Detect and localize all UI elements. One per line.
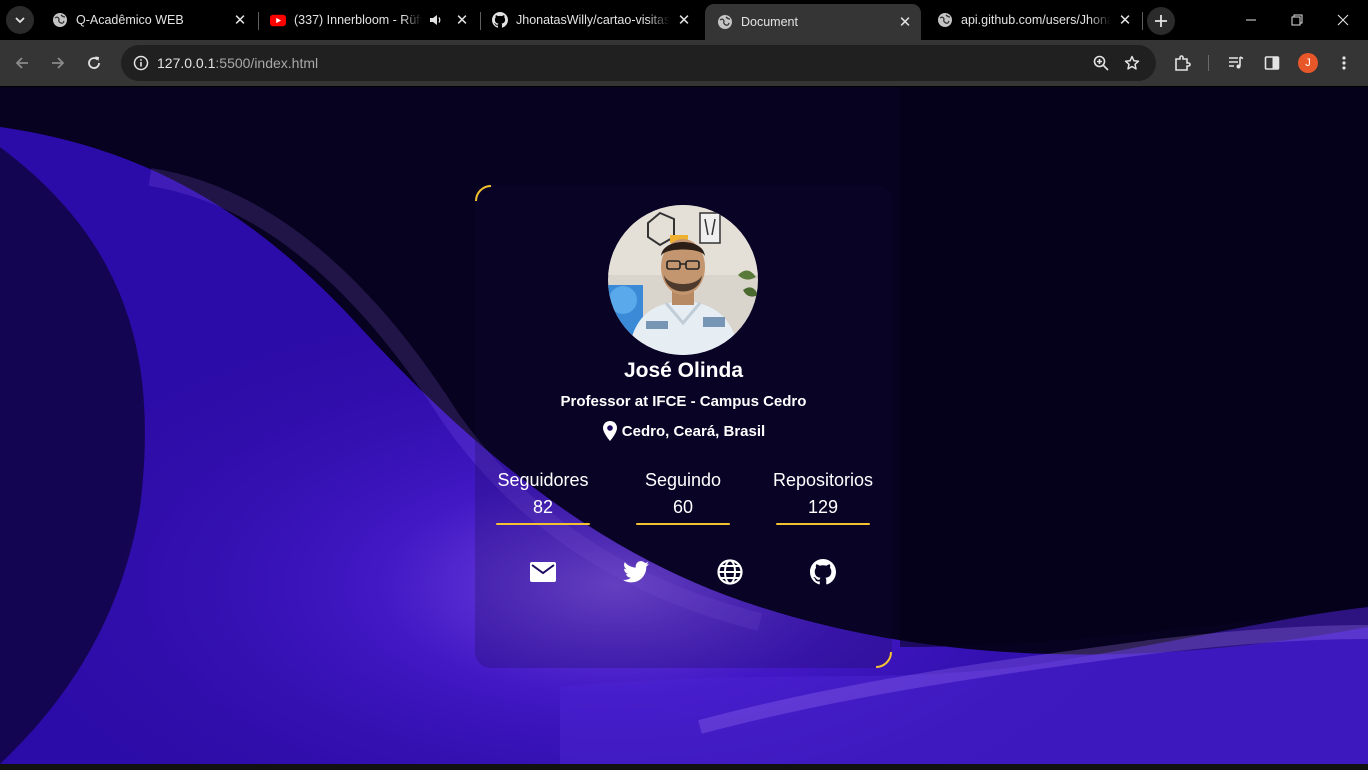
stat-label: Seguindo [644,470,722,490]
page-viewport: José Olinda Professor at IFCE - Campus C… [0,87,1368,764]
globe-icon [717,14,733,30]
bottom-edge [0,764,1368,770]
stat-value: 60 [672,497,694,517]
zoom-icon[interactable] [1085,47,1117,79]
side-panel-icon [1264,56,1280,70]
profile-bio: Professor at IFCE - Campus Cedro [560,393,807,410]
playlist-music-icon [1229,56,1244,69]
extensions-button[interactable] [1166,47,1198,79]
close-icon [1337,14,1349,26]
url-host: 127.0.0.1 [157,55,216,71]
plus-icon [1155,15,1167,27]
minimize-icon [1246,19,1256,21]
reload-icon [88,56,100,69]
reload-button[interactable] [78,47,110,79]
restore-button[interactable] [1274,0,1320,40]
github-icon[interactable] [808,557,838,587]
stat-label: Seguidores [497,470,589,490]
twitter-icon[interactable] [621,557,651,587]
stat-underline [496,523,590,525]
tab-github-repo[interactable]: JhonatasWilly/cartao-visitas ✕ [480,0,700,40]
stat-value: 129 [807,497,839,517]
close-icon[interactable]: ✕ [895,12,915,32]
restore-icon [1291,14,1303,26]
stat-underline [776,523,870,525]
globe-icon [937,12,953,28]
forward-button[interactable] [42,47,74,79]
puzzle-icon [1175,55,1191,71]
arrow-right-icon [52,57,65,69]
mail-icon[interactable] [528,557,558,587]
stat-value: 82 [532,497,554,517]
stat-repositories[interactable]: Repositorios 129 [773,470,873,525]
profile-location: Cedro, Ceará, Brasil [475,420,892,442]
toolbar-divider [1208,55,1209,71]
tab-title: api.github.com/users/Jhonat [961,13,1111,27]
tab-search-button[interactable] [6,6,34,34]
close-icon[interactable]: ✕ [1115,10,1135,30]
arrow-left-icon [15,57,28,69]
menu-button[interactable] [1328,47,1360,79]
stat-following[interactable]: Seguindo 60 [636,470,730,525]
tab-title: JhonatasWilly/cartao-visitas [516,13,670,27]
tab-title: Q-Acadêmico WEB [76,13,184,27]
new-tab-button[interactable] [1147,7,1175,35]
close-icon[interactable]: ✕ [230,10,250,30]
bookmark-star-icon[interactable] [1116,47,1148,79]
side-panel-button[interactable] [1256,47,1288,79]
location-text: Cedro, Ceará, Brasil [621,422,766,440]
globe-icon [52,12,68,28]
avatar [608,205,758,355]
location-pin-icon [602,420,618,442]
kebab-menu-icon [1342,56,1346,70]
close-icon[interactable]: ✕ [452,10,472,30]
tab-qacademico[interactable]: Q-Acadêmico WEB ✕ [40,0,256,40]
close-window-button[interactable] [1320,0,1366,40]
tab-youtube[interactable]: (337) Innerbloom - Rüfüs ✕ [258,0,478,40]
url-path: :5500/index.html [215,55,319,71]
minimize-button[interactable] [1228,0,1274,40]
tab-strip: Q-Acadêmico WEB ✕ (337) Innerbloom - Rüf… [0,0,1368,40]
youtube-icon [270,12,286,28]
browser-toolbar: 127.0.0.1:5500/index.html J [0,40,1368,86]
close-icon[interactable]: ✕ [674,10,694,30]
address-bar[interactable]: 127.0.0.1:5500/index.html [121,45,1156,81]
tab-github-api[interactable]: api.github.com/users/Jhonat ✕ [925,0,1141,40]
audio-playing-icon[interactable] [426,10,446,30]
tab-title: Document [741,15,798,29]
back-button[interactable] [6,47,38,79]
site-info-icon[interactable] [129,51,153,75]
tab-title: (337) Innerbloom - Rüfüs [294,13,422,27]
chevron-down-icon [15,17,25,24]
social-links [475,557,892,587]
stat-underline [636,523,730,525]
url-text[interactable]: 127.0.0.1:5500/index.html [157,55,318,71]
stat-followers[interactable]: Seguidores 82 [496,470,590,525]
profile-name: José Olinda [623,359,744,382]
stat-label: Repositorios [772,470,874,490]
tab-document[interactable]: Document ✕ [705,4,921,40]
github-icon [492,12,508,28]
profile-card: José Olinda Professor at IFCE - Campus C… [475,185,892,668]
stats-row: Seguidores 82 Seguindo 60 Repositorios 1… [475,470,892,530]
tab-separator [1142,12,1143,30]
media-control-button[interactable] [1220,47,1252,79]
globe-icon[interactable] [715,557,745,587]
profile-avatar[interactable]: J [1298,53,1318,73]
